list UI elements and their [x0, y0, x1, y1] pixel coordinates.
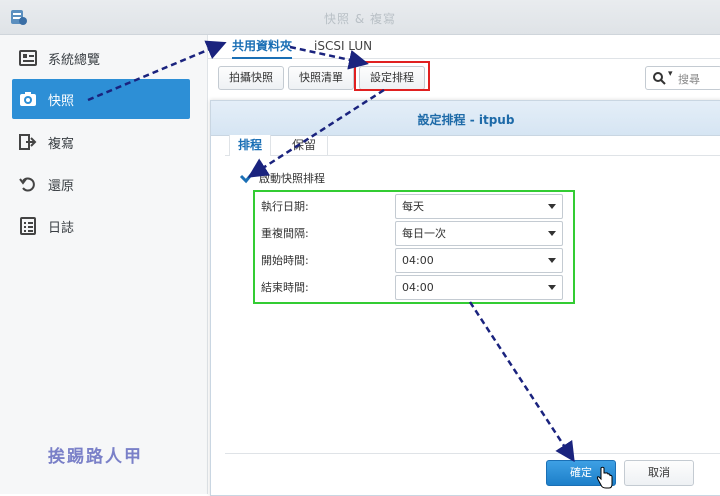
watermark: 挨踢路人甲	[48, 447, 143, 467]
annotation-arrows	[87, 40, 575, 463]
